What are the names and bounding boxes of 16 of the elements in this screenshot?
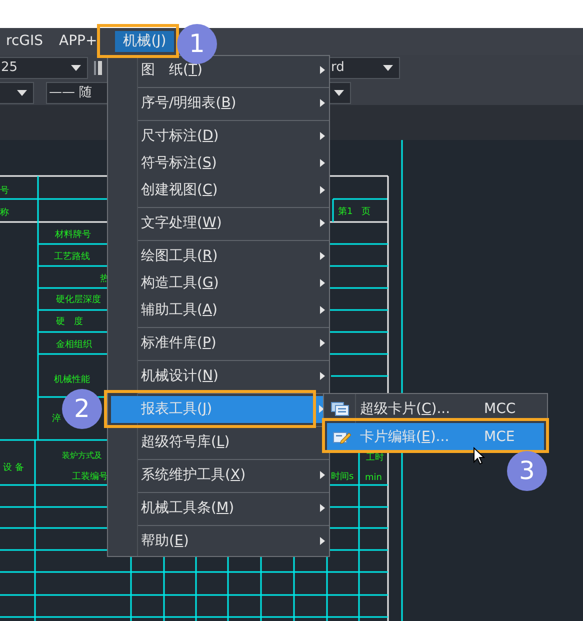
drawing-label: 称 <box>0 208 9 218</box>
drawing-label: 硬化层深度 <box>56 295 101 305</box>
drawing-label: 材料牌号 <box>55 230 91 240</box>
drawing-label: min <box>365 473 382 483</box>
drawing-label: 设 备 <box>3 463 24 473</box>
drawing-label: 第1 页 <box>338 207 371 217</box>
drawing-label: 工艺路线 <box>54 252 90 262</box>
drawing-label: 时间s <box>331 472 354 482</box>
drawing-label: 硬 度 <box>56 317 83 327</box>
drawing-label: 机械性能 <box>54 375 90 385</box>
drawing-label: 号 <box>0 186 9 196</box>
drawing-label: 淬 <box>52 414 61 424</box>
drawing-label: 工装编号 <box>72 472 108 482</box>
drawing-label: 金相组织 <box>56 340 92 350</box>
drawing-label: 工时 <box>366 453 384 463</box>
drawing-label: 装炉方式及 <box>62 451 102 460</box>
